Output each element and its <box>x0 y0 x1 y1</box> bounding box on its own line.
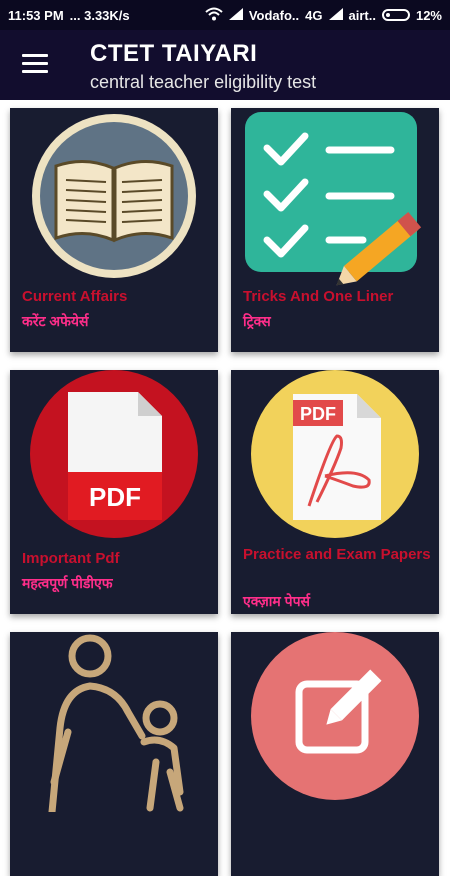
card-title: Current Affairs <box>22 288 128 305</box>
svg-text:PDF: PDF <box>300 404 336 424</box>
parent-child-icon <box>10 632 218 816</box>
card-important-pdf[interactable]: PDF Important Pdf महत्वपूर्ण पीडीएफ <box>10 370 218 614</box>
card-parenting[interactable] <box>10 632 218 876</box>
status-carrier1: Vodafo.. <box>248 7 300 23</box>
status-network: 4G <box>305 7 323 23</box>
card-title: Tricks And One Liner <box>243 288 394 305</box>
card-current-affairs[interactable]: Current Affairs करेंट अफेयेर्स <box>10 108 218 352</box>
status-speed: ... 3.33K/s <box>69 7 130 23</box>
svg-text:PDF: PDF <box>89 482 141 512</box>
card-subtitle: महत्वपूर्ण पीडीएफ <box>22 575 113 591</box>
card-subtitle: एक्ज़ाम पेपर्स <box>243 593 311 609</box>
status-bar: 11:53 PM ... 3.33K/s Vodafo.. 4G airt.. … <box>0 0 450 30</box>
status-time: 11:53 PM <box>8 7 64 23</box>
book-icon <box>10 108 218 288</box>
battery-icon <box>381 9 410 21</box>
card-title: Practice and Exam Papers <box>243 546 431 563</box>
menu-icon-bar <box>22 70 48 73</box>
app-title: CTET TAIYARI <box>90 40 258 67</box>
menu-icon-bar <box>22 54 48 57</box>
app-toolbar: CTET TAIYARI central teacher eligibility… <box>0 30 450 100</box>
status-carrier2: airt.. <box>348 7 376 23</box>
menu-button[interactable] <box>22 54 48 74</box>
menu-icon-bar <box>22 62 48 65</box>
card-subtitle: करेंट अफेयेर्स <box>22 313 89 329</box>
pdf-file-icon: PDF <box>231 370 439 550</box>
card-grid: Current Affairs करेंट अफेयेर्स Tricks An… <box>0 100 450 876</box>
card-practice-papers[interactable]: PDF Practice and Exam Papers एक्ज़ाम पेप… <box>231 370 439 614</box>
app-subtitle: central teacher eligibility test <box>90 72 317 92</box>
card-title: Important Pdf <box>22 550 120 567</box>
status-battery: 12% <box>415 7 442 23</box>
edit-icon <box>231 632 439 812</box>
card-notes[interactable] <box>231 632 439 876</box>
checklist-icon <box>231 108 439 288</box>
signal-icon <box>228 7 243 23</box>
card-subtitle: ट्रिक्स <box>243 313 271 329</box>
card-tricks[interactable]: Tricks And One Liner ट्रिक्स <box>231 108 439 352</box>
signal-icon-2 <box>328 7 343 23</box>
wifi-icon <box>205 7 223 24</box>
pdf-icon: PDF <box>10 370 218 550</box>
